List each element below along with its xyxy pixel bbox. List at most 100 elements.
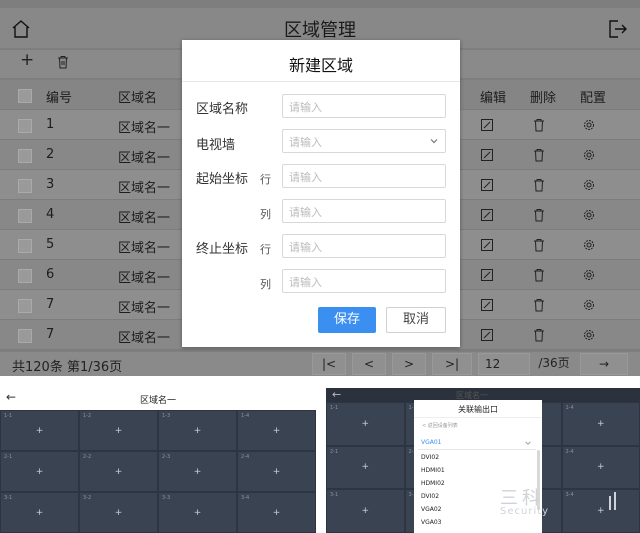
save-button[interactable]: 保存 bbox=[318, 307, 376, 333]
edit-icon[interactable] bbox=[480, 178, 494, 192]
gear-icon[interactable] bbox=[582, 208, 596, 222]
screen-cell[interactable]: 3-1 + bbox=[0, 492, 79, 533]
delete-icon[interactable] bbox=[532, 148, 546, 162]
output-select[interactable]: VGA01 bbox=[418, 436, 536, 450]
add-icon[interactable]: + bbox=[273, 508, 281, 518]
add-icon[interactable]: + bbox=[361, 506, 369, 516]
delete-icon[interactable] bbox=[532, 298, 546, 312]
gear-icon[interactable] bbox=[582, 238, 596, 252]
back-to-device-list-link[interactable]: < 返回设备列表 bbox=[422, 422, 458, 429]
delete-icon[interactable] bbox=[532, 208, 546, 222]
delete-icon[interactable] bbox=[532, 238, 546, 252]
end-row-input[interactable]: 请输入 bbox=[282, 234, 446, 258]
add-icon[interactable]: + bbox=[194, 467, 202, 477]
row-checkbox[interactable] bbox=[18, 179, 32, 193]
tv-wall-select[interactable]: 请输入 bbox=[282, 129, 446, 153]
screen-cell[interactable]: 3-3 + bbox=[158, 492, 237, 533]
screen-cell[interactable]: 3-2 + bbox=[79, 492, 158, 533]
delete-icon[interactable] bbox=[532, 268, 546, 282]
add-icon[interactable]: + bbox=[36, 508, 44, 518]
screen-cell[interactable]: 2-4 + bbox=[237, 451, 316, 492]
output-option[interactable]: DVI02 bbox=[421, 454, 439, 461]
gear-icon[interactable] bbox=[582, 118, 596, 132]
gear-icon[interactable] bbox=[582, 298, 596, 312]
cell-label: 3-2 bbox=[83, 495, 92, 501]
edit-icon[interactable] bbox=[480, 118, 494, 132]
screen-cell[interactable]: 2-2 + bbox=[79, 451, 158, 492]
gear-icon[interactable] bbox=[582, 178, 596, 192]
add-icon[interactable]: + bbox=[361, 462, 369, 472]
add-icon[interactable]: + bbox=[273, 426, 281, 436]
add-icon[interactable]: + bbox=[115, 508, 123, 518]
screen-cell[interactable]: 2-1 + bbox=[326, 445, 405, 490]
screen-cell[interactable]: 3-4 + bbox=[561, 489, 640, 533]
cancel-button[interactable]: 取消 bbox=[386, 307, 446, 333]
edit-icon[interactable] bbox=[480, 238, 494, 252]
edit-icon[interactable] bbox=[480, 148, 494, 162]
add-icon[interactable]: + bbox=[361, 419, 369, 429]
edit-icon[interactable] bbox=[480, 298, 494, 312]
screen-cell[interactable]: 1-2 + bbox=[79, 410, 158, 451]
screen-cell[interactable]: 2-4 + bbox=[561, 445, 640, 490]
logout-icon[interactable] bbox=[606, 18, 628, 40]
prev-page-button[interactable]: < bbox=[352, 353, 386, 375]
row-name: 区域名一 bbox=[118, 241, 171, 256]
back-arrow-icon[interactable]: ← bbox=[332, 388, 341, 401]
screen-cell[interactable]: 1-1 + bbox=[0, 410, 79, 451]
row-checkbox[interactable] bbox=[18, 239, 32, 253]
add-icon[interactable]: + bbox=[273, 467, 281, 477]
page-number-input[interactable]: 12 bbox=[478, 353, 530, 375]
screen-cell[interactable]: 1-4 + bbox=[237, 410, 316, 451]
add-icon[interactable]: + bbox=[115, 426, 123, 436]
delete-icon[interactable] bbox=[56, 55, 70, 69]
add-icon[interactable]: + bbox=[115, 467, 123, 477]
pagination-summary: 共120条 第1/36页 bbox=[12, 360, 123, 375]
delete-icon[interactable] bbox=[532, 328, 546, 342]
screen-cell[interactable]: 3-4 + bbox=[237, 492, 316, 533]
start-col-input[interactable]: 请输入 bbox=[282, 199, 446, 223]
row-checkbox[interactable] bbox=[18, 269, 32, 283]
go-page-button[interactable]: → bbox=[580, 353, 628, 375]
screen-cell[interactable]: 3-1 + bbox=[326, 489, 405, 533]
add-icon[interactable]: + bbox=[597, 506, 605, 516]
preview-title: 区域名一 bbox=[139, 396, 176, 406]
screen-cell[interactable]: 2-3 + bbox=[158, 451, 237, 492]
row-checkbox[interactable] bbox=[18, 209, 32, 223]
next-page-button[interactable]: > bbox=[392, 353, 426, 375]
edit-icon[interactable] bbox=[480, 268, 494, 282]
end-col-input[interactable]: 请输入 bbox=[282, 269, 446, 293]
add-icon[interactable]: + bbox=[194, 508, 202, 518]
dialog-title: 新建区域 bbox=[288, 56, 353, 75]
last-page-button[interactable]: >| bbox=[432, 353, 472, 375]
add-button[interactable]: + bbox=[20, 50, 40, 70]
add-icon[interactable]: + bbox=[36, 467, 44, 477]
row-checkbox[interactable] bbox=[18, 299, 32, 313]
row-checkbox[interactable] bbox=[18, 119, 32, 133]
output-option[interactable]: VGA03 bbox=[421, 519, 442, 526]
add-icon[interactable]: + bbox=[194, 426, 202, 436]
gear-icon[interactable] bbox=[582, 148, 596, 162]
row-checkbox[interactable] bbox=[18, 149, 32, 163]
output-option[interactable]: HDMI01 bbox=[421, 467, 445, 474]
gear-icon[interactable] bbox=[582, 328, 596, 342]
delete-icon[interactable] bbox=[532, 178, 546, 192]
edit-icon[interactable] bbox=[480, 208, 494, 222]
delete-icon[interactable] bbox=[532, 118, 546, 132]
add-icon[interactable]: + bbox=[36, 426, 44, 436]
add-icon[interactable]: + bbox=[597, 462, 605, 472]
gear-icon[interactable] bbox=[582, 268, 596, 282]
region-name-input[interactable]: 请输入 bbox=[282, 94, 446, 118]
screen-cell[interactable]: 2-1 + bbox=[0, 451, 79, 492]
start-row-input[interactable]: 请输入 bbox=[282, 164, 446, 188]
output-option[interactable]: HDMI02 bbox=[421, 480, 445, 487]
screen-cell[interactable]: 1-1 + bbox=[326, 402, 405, 446]
select-all-checkbox[interactable] bbox=[18, 89, 32, 103]
add-icon[interactable]: + bbox=[597, 419, 605, 429]
output-option[interactable]: VGA02 bbox=[421, 506, 442, 513]
first-page-button[interactable]: |< bbox=[312, 353, 346, 375]
output-option[interactable]: DVI02 bbox=[421, 493, 439, 500]
row-checkbox[interactable] bbox=[18, 329, 32, 343]
screen-cell[interactable]: 1-4 + bbox=[561, 402, 640, 446]
screen-cell[interactable]: 1-3 + bbox=[158, 410, 237, 451]
edit-icon[interactable] bbox=[480, 328, 494, 342]
